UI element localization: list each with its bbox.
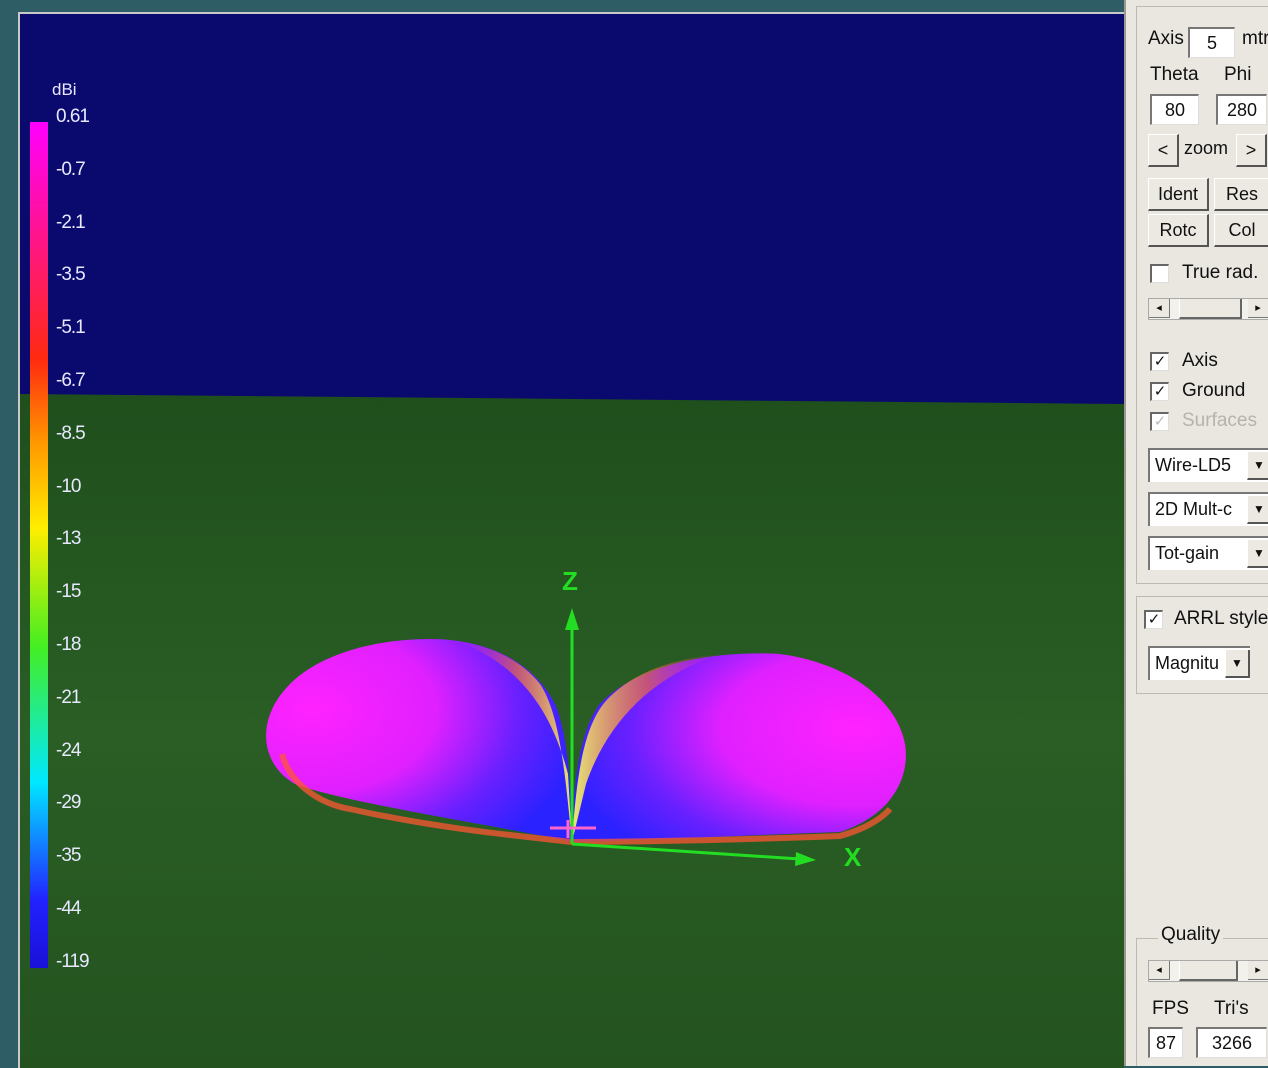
scale-tick-label: -35 — [56, 845, 81, 867]
axis-size-input[interactable]: 5 — [1188, 27, 1235, 58]
arrl-style-checkbox[interactable]: ✓ — [1144, 610, 1163, 629]
zoom-in-button[interactable]: > — [1236, 134, 1267, 167]
scale-tick-label: -2.1 — [56, 211, 86, 233]
slider-left-arrow-icon[interactable]: ◂ — [1149, 299, 1170, 318]
plot-type-select[interactable]: 2D Mult-c ▼ — [1148, 492, 1268, 526]
axis-check-label: Axis — [1182, 350, 1218, 371]
scale-unit-label: dBi — [52, 80, 77, 99]
rotc-button[interactable]: Rotc — [1148, 214, 1209, 247]
phi-input[interactable]: 280 — [1216, 94, 1267, 125]
view-slider[interactable]: ◂ ▸ — [1148, 298, 1268, 320]
col-button[interactable]: Col — [1214, 214, 1268, 247]
pattern-scene — [20, 14, 1124, 1068]
fps-label: FPS — [1152, 998, 1189, 1019]
scale-tick-label: -8.5 — [56, 422, 86, 444]
quality-label: Quality — [1158, 924, 1224, 946]
control-panel: Axis 5 mtr Theta Phi 80 280 < zoom > Ide… — [1124, 0, 1268, 1066]
source-select-value: Wire-LD5 — [1155, 455, 1232, 475]
chevron-down-icon[interactable]: ▼ — [1225, 650, 1250, 678]
z-axis-label: Z — [562, 566, 578, 596]
scale-tick-label: -119 — [56, 950, 90, 972]
axis-checkbox[interactable]: ✓ — [1150, 352, 1169, 371]
3d-pattern-viewport[interactable]: dBi 0.61 -0.7 -2.1 -3.5 -5.1 -6.7 -8.5 -10 -13 -1… — [18, 12, 1124, 1068]
quality-left-arrow-icon[interactable]: ◂ — [1149, 961, 1170, 980]
scale-tick-label: -15 — [56, 581, 81, 603]
scale-tick-label: 0.61 — [56, 106, 90, 127]
quality-slider[interactable]: ◂ ▸ — [1148, 960, 1268, 982]
scale-tick-label: -13 — [56, 528, 81, 550]
quality-slider-thumb[interactable] — [1179, 961, 1238, 981]
scale-tick-label: -29 — [56, 792, 81, 814]
chevron-down-icon[interactable]: ▼ — [1247, 540, 1268, 568]
chevron-down-icon[interactable]: ▼ — [1247, 496, 1268, 524]
chevron-down-icon[interactable]: ▼ — [1247, 452, 1268, 480]
plot-type-select-value: 2D Mult-c — [1155, 499, 1233, 519]
tris-label: Tri's — [1214, 998, 1249, 1019]
zoom-label: zoom — [1184, 138, 1229, 158]
magnitude-select-value: Magnitu — [1155, 653, 1220, 673]
scale-tick-label: -21 — [56, 686, 81, 708]
ground-checkbox[interactable]: ✓ — [1150, 382, 1169, 401]
true-rad-checkbox[interactable] — [1150, 264, 1169, 283]
gain-select[interactable]: Tot-gain ▼ — [1148, 536, 1268, 570]
scale-tick-label: -10 — [56, 475, 81, 497]
source-select[interactable]: Wire-LD5 ▼ — [1148, 448, 1268, 482]
scale-tick-label: -6.7 — [56, 370, 86, 391]
theta-label: Theta — [1150, 64, 1199, 85]
scale-tick-label: -44 — [56, 898, 81, 919]
res-button[interactable]: Res — [1214, 178, 1268, 211]
ground-check-label: Ground — [1182, 380, 1246, 401]
true-rad-label: True rad. — [1182, 262, 1259, 283]
phi-label: Phi — [1224, 64, 1252, 85]
zoom-out-button[interactable]: < — [1148, 134, 1179, 167]
axis-unit-label: mtr — [1242, 28, 1268, 49]
x-axis-label: X — [844, 842, 862, 872]
magnitude-select[interactable]: Magnitu ▼ — [1148, 646, 1250, 680]
slider-thumb[interactable] — [1179, 299, 1242, 319]
surfaces-check-label: Surfaces — [1182, 410, 1257, 431]
scale-tick-label: -0.7 — [56, 158, 86, 180]
gain-select-value: Tot-gain — [1155, 543, 1220, 563]
scale-tick-label: -18 — [56, 634, 81, 655]
gain-color-scale — [30, 122, 48, 968]
theta-input[interactable]: 80 — [1150, 94, 1199, 125]
surfaces-checkbox[interactable]: ✓ — [1150, 412, 1169, 431]
slider-right-arrow-icon[interactable]: ▸ — [1248, 299, 1268, 318]
tris-value: 3266 — [1196, 1027, 1267, 1058]
quality-right-arrow-icon[interactable]: ▸ — [1248, 961, 1268, 980]
ident-button[interactable]: Ident — [1148, 178, 1209, 211]
fps-value: 87 — [1148, 1027, 1183, 1058]
arrl-style-label: ARRL style — [1174, 608, 1268, 629]
scale-tick-label: -24 — [56, 739, 81, 761]
scale-tick-label: -3.5 — [56, 264, 86, 286]
scale-tick-label: -5.1 — [56, 317, 86, 339]
axis-size-label: Axis — [1148, 28, 1184, 49]
